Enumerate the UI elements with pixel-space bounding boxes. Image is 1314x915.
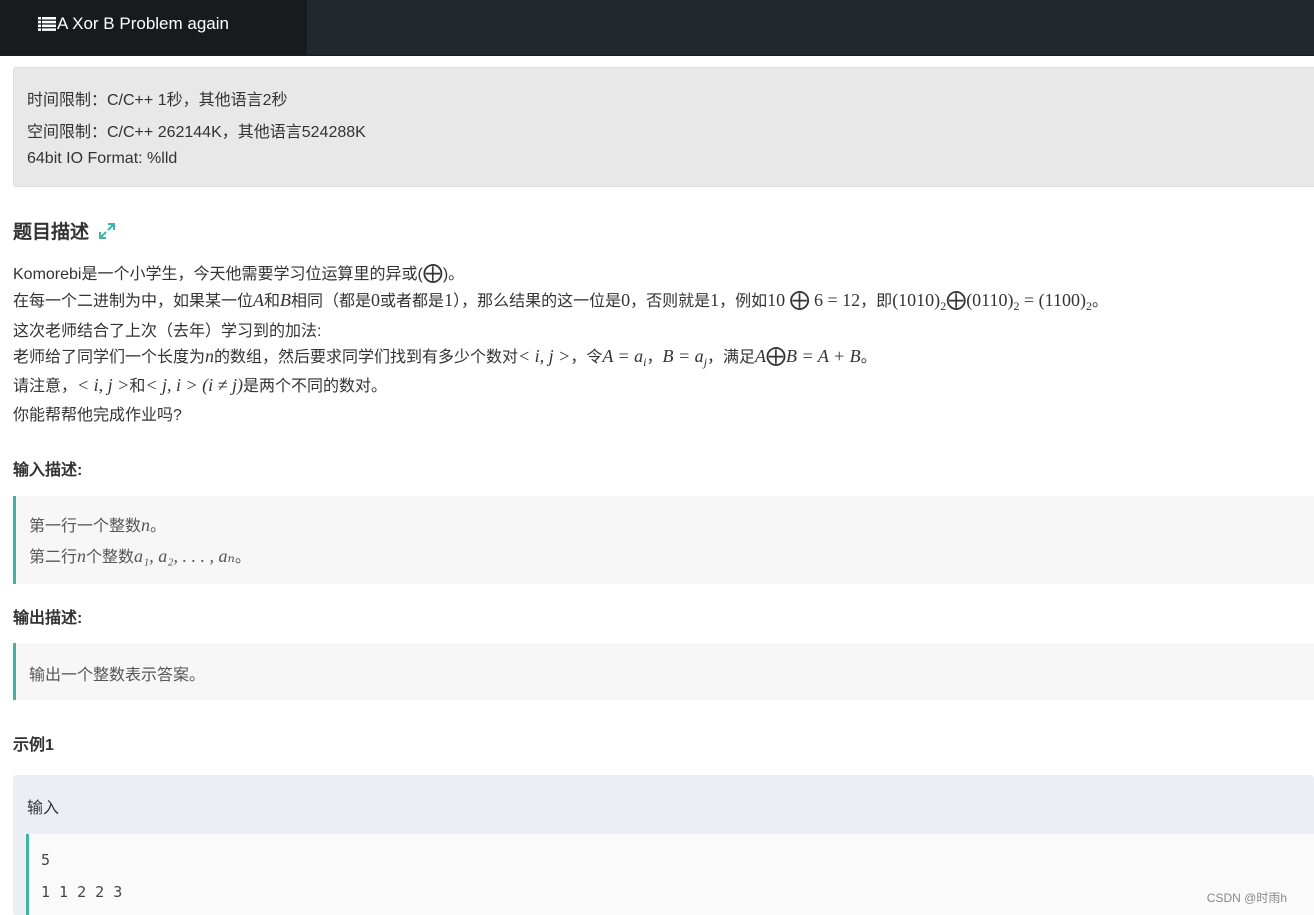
math: < i, j > [77,375,130,395]
xor-symbol: ⨁ [946,287,967,311]
text: ，令 [570,349,603,366]
math: (1010) [892,290,941,310]
description-line-3: 这次老师结合了上次（去年）学习到的加法: [13,323,322,340]
text: 是两个不同的数对。 [243,378,388,395]
math: = (1100) [1019,290,1086,310]
text: 和 [264,293,281,310]
xor-symbol: ⨁ [766,343,787,367]
xor-symbol: ⨁ [789,287,810,311]
watermark: CSDN @时雨h [1206,891,1287,905]
output-line-1: 输出一个整数表示答案。 [29,665,206,684]
description-heading-text: 题目描述 [13,222,90,243]
math: B [280,290,292,310]
text: 。 [150,516,167,535]
math: (0110) [966,290,1014,310]
example-input-code[interactable]: 5 1 1 2 2 3 [26,834,1314,915]
problem-tab[interactable]: A Xor B Problem again [0,0,307,55]
problem-title-text: A Xor B Problem again [57,14,229,33]
text: 请注意， [13,378,78,395]
text: ，即 [860,293,893,310]
text: 和 [129,378,146,395]
description-line-4: 老师给了同学们一个长度为n的数组，然后要求同学们找到有多少个数对< i, j >… [13,343,877,370]
io-format: 64bit IO Format: %lld [27,150,178,167]
text: 的数组，然后要求同学们找到有多少个数对 [214,349,519,366]
text: 。 [860,349,877,366]
math: A = a [602,346,644,366]
example-heading: 示例1 [13,737,54,754]
text: 。 [1092,293,1109,310]
text: 第一行一个整数 [29,516,142,535]
input-description-box: 第一行一个整数n。 第二行n个整数a₁, a₂, . . . , aₙ。 [13,496,1314,584]
text: ，例如 [719,293,768,310]
math: 1 [710,290,720,310]
problem-title: A Xor B Problem again [38,14,229,34]
xor-symbol: ⨁ [422,260,443,284]
math: a₁, a₂, . . . , aₙ [134,546,235,566]
math: n [141,515,151,535]
text: ），那么结果的这一位是 [453,293,622,310]
math: < j, i > (i ≠ j) [145,375,243,395]
space-limit: 空间限制：C/C++ 262144K，其他语言524288K [27,124,366,141]
math: A [253,290,265,310]
text: )。 [442,266,465,283]
math: A [755,346,767,366]
math: 10 [767,290,786,310]
math: B = A + B [786,346,861,366]
input-line-1: 第一行一个整数n。 [29,512,166,536]
output-description-box: 输出一个整数表示答案。 [13,643,1314,700]
collapse-icon[interactable] [98,222,116,240]
description-line-6: 你能帮帮他完成作业吗? [13,407,182,424]
limits-panel: 时间限制：C/C++ 1秒，其他语言2秒 空间限制：C/C++ 262144K，… [13,67,1314,187]
math: 0 [621,290,631,310]
text: ， [646,349,663,366]
input-line-2: 第二行n个整数a₁, a₂, . . . , aₙ。 [29,543,251,567]
math: n [205,346,215,366]
text: 在每一个二进制为中，如果某一位 [13,293,254,310]
description-line-2: 在每一个二进制为中，如果某一位A和B相同（都是0或者都是1），那么结果的这一位是… [13,287,1108,314]
math: B = a [662,346,704,366]
example-input-line-1: 5 [41,851,51,869]
text: ，否则就是 [630,293,711,310]
text: 个整数 [86,547,135,566]
math: 0 [371,290,381,310]
example-input-line-2: 1 1 2 2 3 [41,883,123,901]
time-limit: 时间限制：C/C++ 1秒，其他语言2秒 [27,92,288,109]
example-box: 输入 5 1 1 2 2 3 [13,775,1314,915]
input-heading: 输入描述: [13,462,83,479]
list-icon [38,17,56,31]
text: 相同（都是 [291,293,372,310]
example-input-label: 输入 [27,800,60,817]
math: < i, j > [518,346,571,366]
description-heading: 题目描述 [13,217,116,244]
output-heading: 输出描述: [13,610,83,627]
text: 。 [234,547,251,566]
description-line-1: Komorebi是一个小学生，今天他需要学习位运算里的异或(⨁)。 [13,260,464,284]
text: 第二行 [29,547,78,566]
top-bar: A Xor B Problem again [0,0,1314,56]
math: n [77,546,87,566]
text: Komorebi是一个小学生，今天他需要学习位运算里的异或( [13,266,423,283]
math: 1 [444,290,454,310]
description-line-5: 请注意，< i, j >和< j, i > (i ≠ j)是两个不同的数对。 [13,372,387,396]
math: 6 = 12 [814,290,861,310]
text: 或者都是 [380,293,445,310]
text: ，满足 [707,349,756,366]
text: 老师给了同学们一个长度为 [13,349,206,366]
